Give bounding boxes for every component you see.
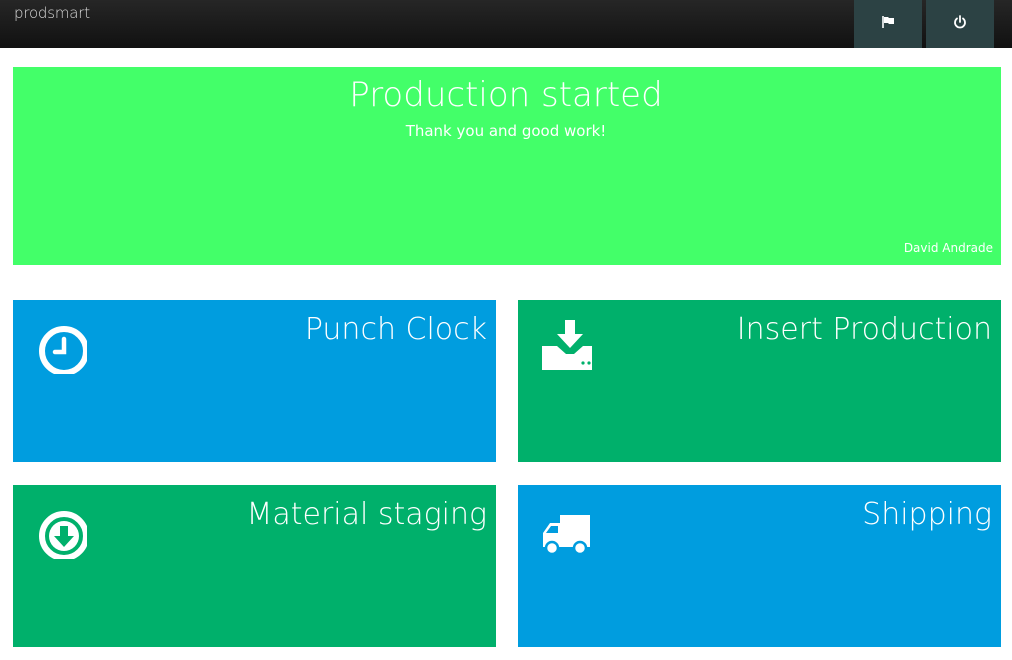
tile-label: Material staging xyxy=(246,497,487,532)
download-tray-icon xyxy=(530,312,597,374)
flag-button[interactable] xyxy=(854,0,922,48)
tile-label: Shipping xyxy=(862,497,992,532)
power-icon xyxy=(952,14,968,34)
insert-production-tile[interactable]: Insert Production xyxy=(518,300,1001,462)
tile-label: Punch Clock xyxy=(304,312,487,347)
banner-user-name: David Andrade xyxy=(903,241,993,255)
brand-logo: prodsmart xyxy=(14,4,90,22)
top-bar: prodsmart xyxy=(0,0,1012,48)
truck-icon xyxy=(530,497,592,559)
shipping-tile[interactable]: Shipping xyxy=(518,485,1001,647)
material-staging-tile[interactable]: Material staging xyxy=(13,485,496,647)
flag-icon xyxy=(880,14,896,34)
banner-subtitle: Thank you and good work! xyxy=(405,122,607,140)
tile-label: Insert Production xyxy=(736,312,992,347)
clock-icon xyxy=(25,312,89,376)
arrow-down-circle-icon xyxy=(25,497,89,561)
banner-title: Production started xyxy=(349,75,663,115)
production-started-banner: Production started Thank you and good wo… xyxy=(13,67,1001,265)
punch-clock-tile[interactable]: Punch Clock xyxy=(13,300,496,462)
power-button[interactable] xyxy=(926,0,994,48)
